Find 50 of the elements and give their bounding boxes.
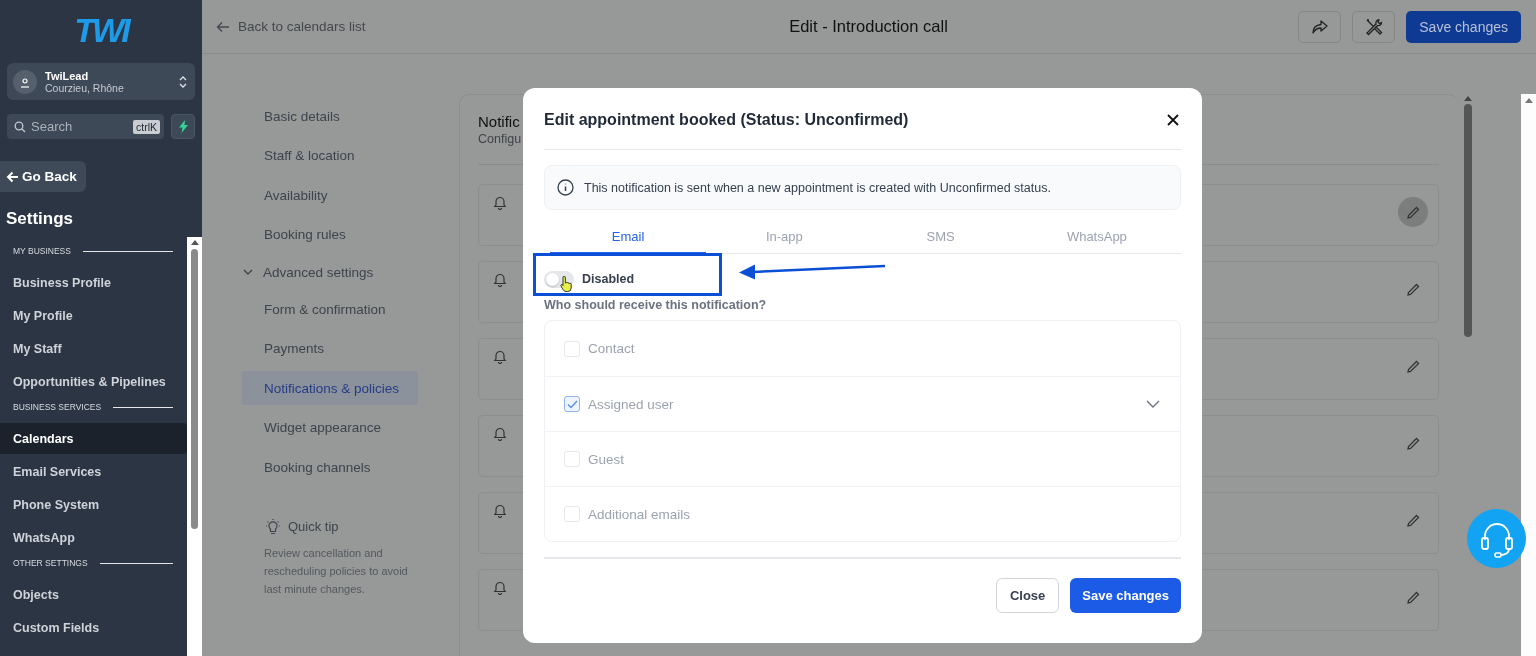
page-title: Edit - Introduction call bbox=[788, 17, 949, 36]
recipient-label: Guest bbox=[588, 451, 626, 467]
sidebar-item[interactable]: My Profile bbox=[0, 300, 187, 331]
sidebar-item[interactable]: Email Services bbox=[0, 456, 187, 487]
switch-label: Disabled bbox=[582, 272, 635, 286]
account-switcher[interactable]: TwiLead Courzieu, Rhône bbox=[7, 63, 195, 100]
recipients-question: Who should receive this notification? bbox=[544, 298, 768, 312]
section-heading: MY BUSINESS bbox=[13, 246, 71, 256]
search-field[interactable]: Search ctrlK bbox=[7, 114, 164, 139]
settings-title: Settings bbox=[6, 209, 75, 229]
nav-item[interactable]: Staff & location bbox=[242, 138, 418, 173]
nav-item[interactable]: Form & confirmation bbox=[242, 292, 418, 326]
section-heading: BUSINESS SERVICES bbox=[13, 402, 102, 412]
account-location: Courzieu, Rhône bbox=[45, 81, 125, 94]
sidebar-item[interactable]: WhatsApp bbox=[0, 522, 187, 553]
close-button[interactable]: Close bbox=[995, 578, 1060, 613]
recipient-label: Contact bbox=[588, 341, 636, 356]
search-input[interactable]: Search bbox=[31, 119, 128, 134]
info-text: This notification is sent when a new appointment is created with Unconfirmed status. bbox=[584, 180, 1051, 195]
sidebar-item[interactable]: My Staff bbox=[0, 333, 187, 364]
card-title: Notific bbox=[478, 113, 520, 130]
tip-text: Review cancellation and rescheduling policies to avoid last minute changes. bbox=[264, 545, 409, 597]
nav-item[interactable]: Basic details bbox=[242, 99, 418, 133]
nav-item[interactable]: Booking rules bbox=[242, 217, 418, 252]
account-name: TwiLead bbox=[45, 69, 90, 82]
go-back-button[interactable]: Go Back bbox=[0, 161, 86, 192]
nav-item[interactable]: Availability bbox=[242, 178, 418, 212]
save-changes-button[interactable]: Save changes bbox=[1406, 10, 1521, 43]
nav-item[interactable]: Booking channels bbox=[242, 450, 418, 484]
shortcut-hint: ctrlK bbox=[133, 119, 160, 134]
nav-group[interactable]: Advanced settings bbox=[242, 257, 418, 287]
channel-tab[interactable]: Email bbox=[550, 221, 707, 254]
sidebar-item[interactable]: Objects bbox=[0, 579, 187, 610]
recipient-label: Assigned user bbox=[588, 396, 675, 412]
save-changes-button[interactable]: Save changes bbox=[1070, 578, 1181, 613]
back-link[interactable]: Back to calendars list bbox=[216, 19, 616, 34]
nav-item[interactable]: Payments bbox=[242, 331, 418, 366]
sidebar-item[interactable]: Business Profile bbox=[0, 267, 187, 298]
logo: TWI bbox=[74, 10, 128, 50]
sidebar-item[interactable]: Calendars bbox=[0, 423, 187, 454]
sidebar-item[interactable]: Custom Fields bbox=[0, 612, 187, 643]
modal-title: Edit appointment booked (Status: Unconfirmed) bbox=[544, 110, 909, 129]
sidebar-item[interactable]: Phone System bbox=[0, 489, 187, 520]
card-subtitle: Configu bbox=[478, 132, 522, 146]
recipient-label: Additional emails bbox=[588, 506, 692, 522]
nav-item[interactable]: Widget appearance bbox=[242, 410, 418, 445]
nav-item[interactable]: Notifications & policies bbox=[242, 371, 418, 405]
tip-title: Quick tip bbox=[288, 519, 339, 534]
sidebar-item[interactable]: Opportunities & Pipelines bbox=[0, 366, 187, 397]
section-heading: OTHER SETTINGS bbox=[13, 558, 88, 568]
